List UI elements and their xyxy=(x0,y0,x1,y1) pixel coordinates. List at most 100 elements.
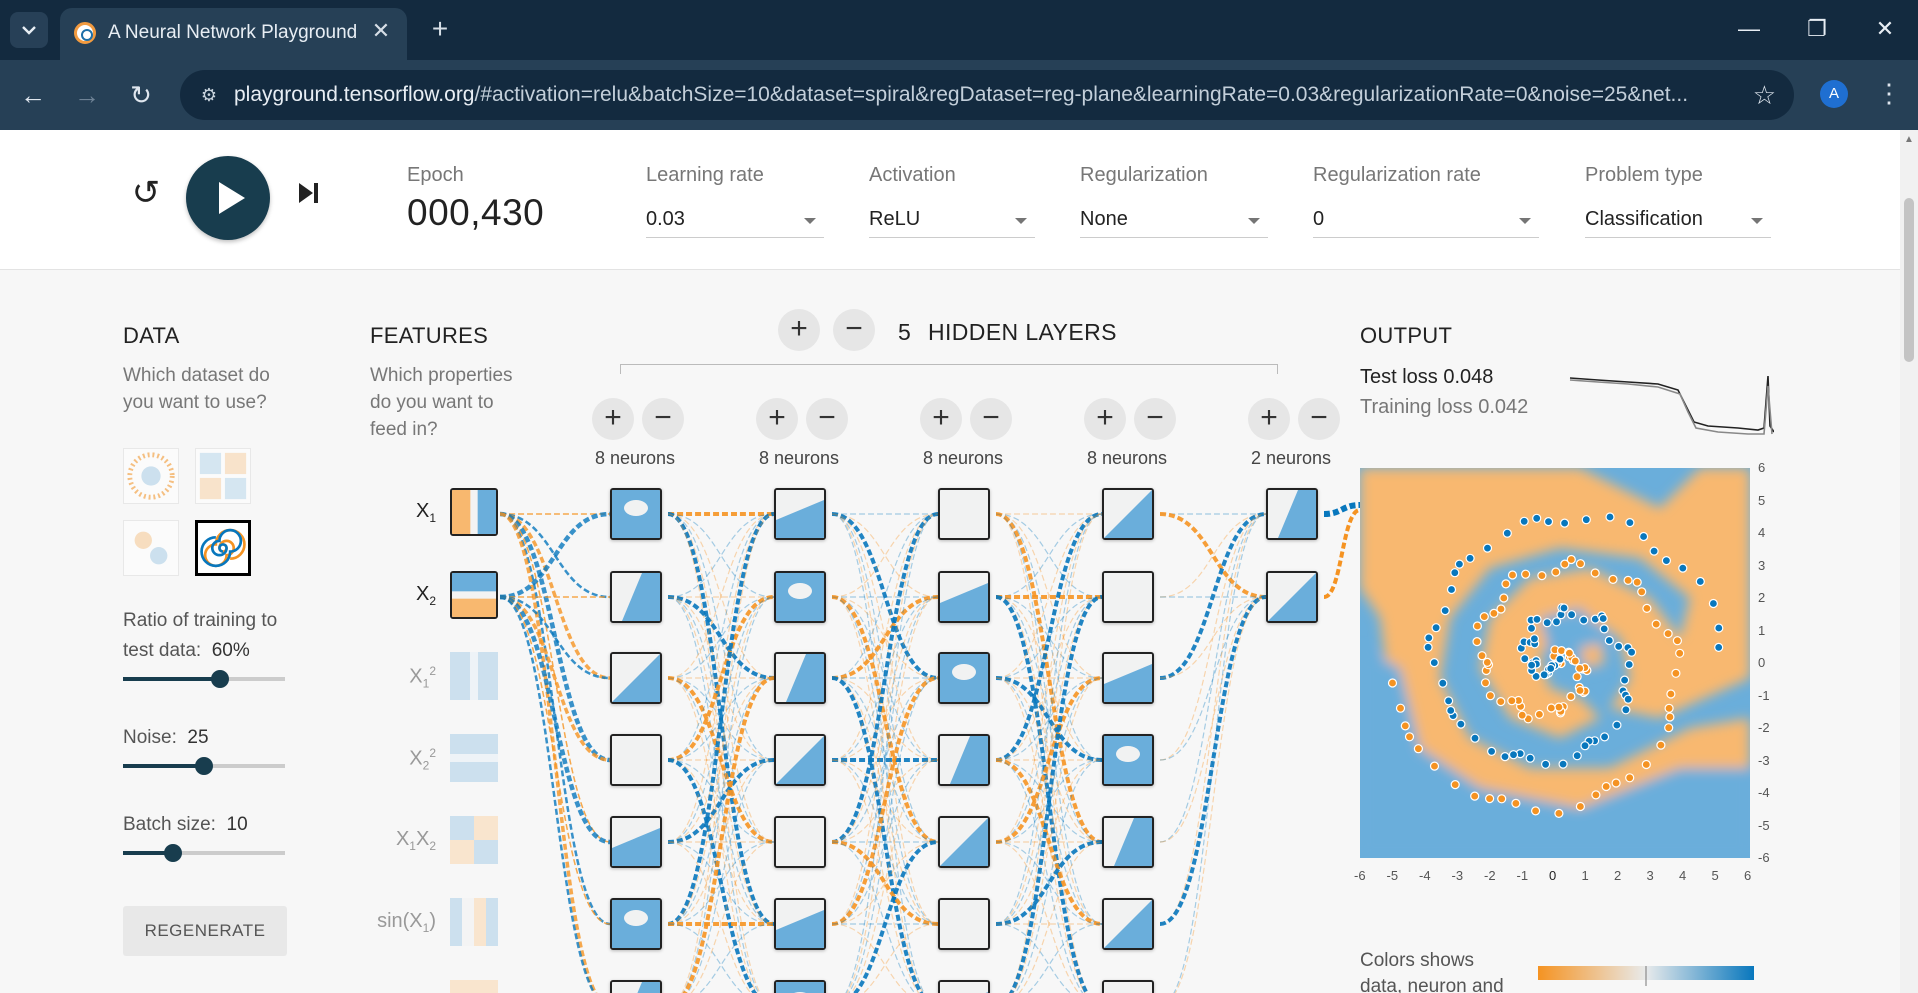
data-point xyxy=(1580,741,1590,751)
neuron-node[interactable] xyxy=(938,734,990,786)
data-point xyxy=(1671,668,1681,678)
network-link xyxy=(995,841,1080,993)
network-link xyxy=(1323,508,1361,599)
neuron-node[interactable] xyxy=(774,571,826,623)
add-neuron-button[interactable]: + xyxy=(1248,398,1290,440)
close-icon[interactable]: ✕ xyxy=(368,18,394,44)
neuron-node[interactable] xyxy=(1102,980,1154,993)
tab-search-button[interactable] xyxy=(10,12,48,48)
neuron-node[interactable] xyxy=(774,898,826,950)
scroll-up-icon[interactable]: ▲ xyxy=(1904,134,1914,145)
tab-active[interactable]: A Neural Network Playground ✕ xyxy=(60,8,407,60)
site-info-icon[interactable]: ⚙ xyxy=(196,82,222,108)
feature-node-x1-squared[interactable] xyxy=(450,652,498,700)
y-tick-label: -3 xyxy=(1758,752,1770,768)
neuron-node[interactable] xyxy=(1102,734,1154,786)
neuron-node[interactable] xyxy=(1102,571,1154,623)
data-point xyxy=(1627,647,1637,657)
add-neuron-button[interactable]: + xyxy=(920,398,962,440)
remove-neuron-button[interactable]: − xyxy=(1298,398,1340,440)
neuron-heatmap xyxy=(612,982,660,993)
data-point xyxy=(1496,697,1506,707)
plus-icon[interactable]: + xyxy=(424,14,456,46)
remove-neuron-button[interactable]: − xyxy=(1134,398,1176,440)
feature-node-x1[interactable] xyxy=(450,488,498,536)
kebab-icon[interactable]: ⋮ xyxy=(1876,78,1902,110)
neuron-heatmap xyxy=(612,736,660,784)
forward-icon[interactable]: → xyxy=(70,78,104,112)
neuron-node[interactable] xyxy=(938,488,990,540)
neuron-node[interactable] xyxy=(774,734,826,786)
neuron-heatmap xyxy=(1104,573,1152,621)
data-point xyxy=(1665,712,1675,722)
y-tick-label: -1 xyxy=(1758,687,1770,703)
neuron-node[interactable] xyxy=(610,652,662,704)
minimize-icon[interactable]: — xyxy=(1726,12,1772,46)
remove-neuron-button[interactable]: − xyxy=(806,398,848,440)
add-neuron-button[interactable]: + xyxy=(1084,398,1126,440)
neuron-node[interactable] xyxy=(774,816,826,868)
url-text[interactable]: playground.tensorflow.org/#activation=re… xyxy=(234,83,1724,107)
restore-icon[interactable]: ❐ xyxy=(1794,12,1840,46)
neuron-node[interactable] xyxy=(774,980,826,993)
neuron-node[interactable] xyxy=(774,652,826,704)
feature-node-x1x2[interactable] xyxy=(450,816,498,864)
remove-layer-button[interactable]: − xyxy=(833,309,875,351)
feature-node-x2[interactable] xyxy=(450,571,498,619)
x-tick-label: -5 xyxy=(1386,868,1399,883)
neuron-node[interactable] xyxy=(1102,816,1154,868)
window-close-icon[interactable]: ✕ xyxy=(1862,12,1908,46)
neuron-heatmap xyxy=(940,736,988,784)
feature-node-sin-x1[interactable] xyxy=(450,898,498,946)
data-point xyxy=(1456,719,1466,729)
neuron-node[interactable] xyxy=(610,488,662,540)
neuron-node[interactable] xyxy=(610,816,662,868)
star-icon[interactable]: ☆ xyxy=(1753,80,1776,110)
neuron-heatmap xyxy=(612,573,660,621)
add-neuron-button[interactable]: + xyxy=(756,398,798,440)
profile-avatar[interactable]: A xyxy=(1820,80,1848,108)
data-point xyxy=(1517,710,1527,720)
neuron-node[interactable] xyxy=(938,898,990,950)
neuron-node[interactable] xyxy=(774,488,826,540)
layer-neuron-count: 8 neurons xyxy=(922,448,1004,468)
neuron-heatmap xyxy=(612,490,660,538)
remove-neuron-button[interactable]: − xyxy=(970,398,1012,440)
page-scrollbar[interactable]: ▲ xyxy=(1900,130,1918,993)
neuron-heatmap xyxy=(1104,654,1152,702)
reload-icon[interactable]: ↻ xyxy=(124,78,158,112)
neuron-node[interactable] xyxy=(1266,488,1318,540)
neuron-node[interactable] xyxy=(1102,898,1154,950)
neuron-node[interactable] xyxy=(610,734,662,786)
neuron-node[interactable] xyxy=(1102,488,1154,540)
data-point xyxy=(1664,723,1674,733)
add-layer-button[interactable]: + xyxy=(778,309,820,351)
data-point xyxy=(1502,528,1512,538)
neuron-node[interactable] xyxy=(1102,652,1154,704)
neuron-node[interactable] xyxy=(1266,571,1318,623)
scroll-thumb[interactable] xyxy=(1904,198,1914,362)
neuron-node[interactable] xyxy=(938,652,990,704)
url-host: playground.tensorflow.org xyxy=(234,83,475,106)
output-title: OUTPUT xyxy=(1360,323,1453,348)
neuron-node[interactable] xyxy=(938,816,990,868)
neuron-heatmap xyxy=(940,490,988,538)
neuron-node[interactable] xyxy=(938,571,990,623)
data-point xyxy=(1508,750,1519,760)
data-point xyxy=(1507,696,1517,706)
network-link xyxy=(831,513,939,679)
feature-node-x2-squared[interactable] xyxy=(450,734,498,782)
add-neuron-button[interactable]: + xyxy=(592,398,634,440)
neuron-node[interactable] xyxy=(610,898,662,950)
remove-neuron-button[interactable]: − xyxy=(642,398,684,440)
neuron-node[interactable] xyxy=(610,571,662,623)
network-link xyxy=(995,513,1103,925)
network-link xyxy=(1009,513,1103,993)
neuron-node[interactable] xyxy=(610,980,662,993)
back-icon[interactable]: ← xyxy=(16,78,50,112)
feature-node-extra[interactable] xyxy=(450,980,498,993)
data-point xyxy=(1564,648,1574,658)
network-link xyxy=(499,511,611,763)
address-bar[interactable]: ⚙ playground.tensorflow.org/#activation=… xyxy=(180,70,1794,120)
neuron-node[interactable] xyxy=(938,980,990,993)
